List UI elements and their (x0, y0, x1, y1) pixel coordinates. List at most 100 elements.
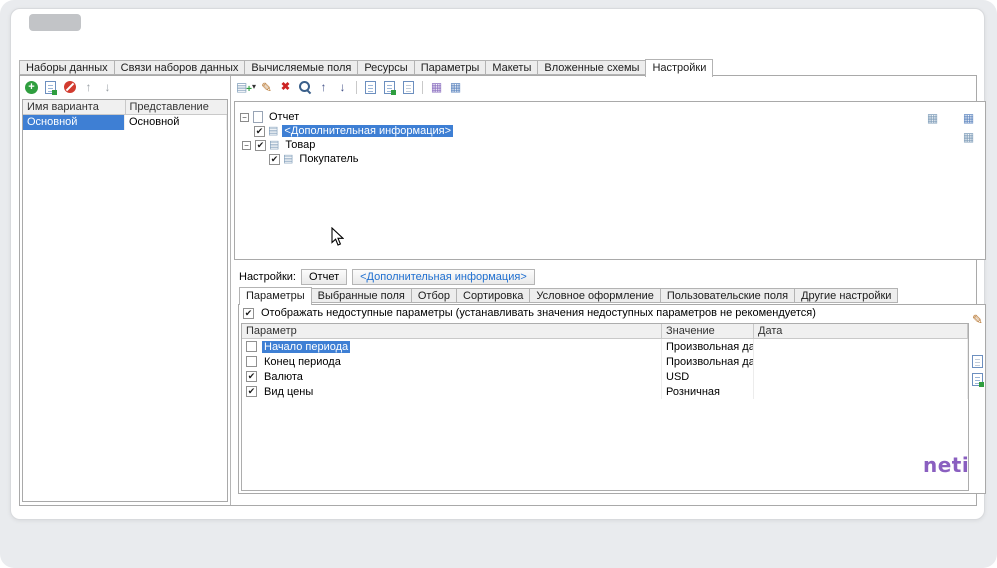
default-settings-button[interactable] (400, 79, 417, 95)
settings-view-button[interactable]: ▦ (447, 79, 464, 95)
param-name: Начало периода (262, 341, 350, 353)
variants-toolbar: + ↑ ↓ (23, 78, 116, 96)
grid-view-button-1[interactable]: ▦ (924, 110, 941, 126)
param-value: Произвольная дата (662, 354, 754, 369)
tree-item-label: Покупатель (297, 153, 360, 165)
collapse-icon[interactable]: − (240, 113, 249, 122)
stab-user-fields[interactable]: Пользовательские поля (660, 288, 795, 303)
neti-logo: neti (923, 453, 969, 477)
copy-variant-button[interactable] (42, 79, 59, 95)
grid-view-button-3[interactable]: ▦ (960, 129, 977, 145)
add-param-button[interactable] (969, 371, 986, 387)
parameters-side-toolbar: ✎ (969, 305, 986, 493)
search-icon (298, 80, 312, 94)
tree-item-report[interactable]: − Отчет (235, 110, 985, 124)
save-settings-button[interactable] (362, 79, 379, 95)
stab-conditional-appearance[interactable]: Условное оформление (529, 288, 660, 303)
collapse-icon[interactable]: − (242, 141, 251, 150)
tree-item-label: Товар (283, 139, 317, 151)
tab-data-sets[interactable]: Наборы данных (19, 60, 115, 75)
param-row-valyuta[interactable]: ✔ Валюта USD (242, 369, 968, 384)
column-header-variant-name: Имя варианта (23, 100, 126, 114)
grid-icon: ▦ (431, 81, 442, 93)
tree-corner-buttons: ▦ ▦ (960, 110, 977, 145)
variants-table: Имя варианта Представление Основной Осно… (22, 99, 228, 502)
edit-structure-button[interactable]: ✎ (258, 79, 275, 95)
tab-parameters[interactable]: Параметры (414, 60, 487, 75)
param-cell: ✔ Валюта (242, 369, 662, 384)
edit-param-button[interactable]: ✎ (969, 311, 986, 327)
toolbar-separator (422, 81, 423, 94)
tab-data-set-links[interactable]: Связи наборов данных (114, 60, 246, 75)
param-checkbox[interactable]: ✔ (246, 371, 257, 382)
grid-icon: ▦ (963, 131, 974, 143)
item-checkbox[interactable]: ✔ (254, 126, 265, 137)
stab-filter[interactable]: Отбор (411, 288, 457, 303)
add-structure-button[interactable]: ▤+ ▾ (236, 79, 256, 95)
breadcrumb-additional-info-button[interactable]: <Дополнительная информация> (352, 269, 535, 285)
window-button[interactable] (29, 14, 81, 31)
stab-sorting[interactable]: Сортировка (456, 288, 530, 303)
item-checkbox[interactable]: ✔ (269, 154, 280, 165)
grid-view-button-2[interactable]: ▦ (960, 110, 977, 126)
settings-label: Настройки: (239, 271, 296, 283)
stab-other-settings[interactable]: Другие настройки (794, 288, 898, 303)
settings-tabpage: + ↑ ↓ Имя варианта Представление Основно… (19, 75, 977, 506)
param-cell: ✔ Начало периода (242, 339, 662, 354)
main-tabstrip: Наборы данных Связи наборов данных Вычис… (19, 59, 712, 76)
param-name: Вид цены (262, 386, 315, 398)
breadcrumb-report-button[interactable]: Отчет (301, 269, 347, 285)
settings-breadcrumb-row: Настройки: Отчет <Дополнительная информа… (239, 269, 535, 285)
copy-param-button[interactable] (969, 353, 986, 369)
tab-settings[interactable]: Настройки (645, 59, 713, 77)
move-variant-down-button[interactable]: ↓ (99, 79, 116, 95)
tree-item-additional-info[interactable]: ✔ ▤ <Дополнительная информация> (235, 124, 985, 138)
param-value: USD (662, 369, 754, 384)
mouse-cursor (331, 227, 344, 252)
delete-variant-button[interactable] (61, 79, 78, 95)
param-row-vid-ceny[interactable]: ✔ Вид цены Розничная (242, 384, 968, 399)
param-row-konec-perioda[interactable]: ✔ Конец периода Произвольная дата (242, 354, 968, 369)
stab-selected-fields[interactable]: Выбранные поля (311, 288, 412, 303)
find-button[interactable] (296, 79, 313, 95)
move-structure-down-button[interactable]: ↓ (334, 79, 351, 95)
grouping-icon: ▤ (269, 140, 279, 151)
grid-icon: ▦ (963, 112, 974, 124)
param-checkbox[interactable]: ✔ (246, 386, 257, 397)
tree-item-tovar[interactable]: − ✔ ▤ Товар (235, 138, 985, 152)
param-cell: ✔ Вид цены (242, 384, 662, 399)
grid-icon: ▦ (927, 112, 938, 124)
structure-toolbar: ▤+ ▾ ✎ ✖ ↑ ↓ ▦ ▦ (236, 78, 464, 96)
delete-structure-button[interactable]: ✖ (277, 79, 294, 95)
tab-calculated-fields[interactable]: Вычисляемые поля (244, 60, 358, 75)
toolbar-separator (356, 81, 357, 94)
param-checkbox[interactable]: ✔ (246, 356, 257, 367)
variants-table-header: Имя варианта Представление (23, 100, 227, 115)
param-checkbox[interactable]: ✔ (246, 341, 257, 352)
document-load-icon (384, 81, 395, 94)
parameters-table-header: Параметр Значение Дата (242, 324, 968, 339)
show-unavailable-checkbox[interactable]: ✔ (243, 308, 254, 319)
item-checkbox[interactable]: ✔ (255, 140, 266, 151)
structure-view-button[interactable]: ▦ (428, 79, 445, 95)
variant-row[interactable]: Основной Основной (23, 115, 227, 130)
param-row-nachalo-perioda[interactable]: ✔ Начало периода Произвольная дата (242, 339, 968, 354)
settings-tabstrip: Параметры Выбранные поля Отбор Сортировк… (239, 287, 897, 304)
column-header-presentation: Представление (126, 100, 228, 114)
column-header-date: Дата (754, 324, 968, 338)
tab-templates[interactable]: Макеты (485, 60, 538, 75)
add-variant-button[interactable]: + (23, 79, 40, 95)
stab-parameters[interactable]: Параметры (239, 287, 312, 305)
grid-icon: ▦ (450, 81, 461, 93)
tree-item-label: Отчет (267, 111, 301, 123)
load-settings-button[interactable] (381, 79, 398, 95)
tree-item-pokupatel[interactable]: ✔ ▤ Покупатель (235, 152, 985, 166)
move-structure-up-button[interactable]: ↑ (315, 79, 332, 95)
param-date (754, 384, 968, 399)
move-variant-up-button[interactable]: ↑ (80, 79, 97, 95)
report-structure-tree: − Отчет ✔ ▤ <Дополнительная информация> … (234, 101, 986, 260)
copy-icon (972, 355, 983, 368)
tab-resources[interactable]: Ресурсы (357, 60, 414, 75)
tab-nested-schemas[interactable]: Вложенные схемы (537, 60, 646, 75)
add-icon: + (25, 81, 38, 94)
